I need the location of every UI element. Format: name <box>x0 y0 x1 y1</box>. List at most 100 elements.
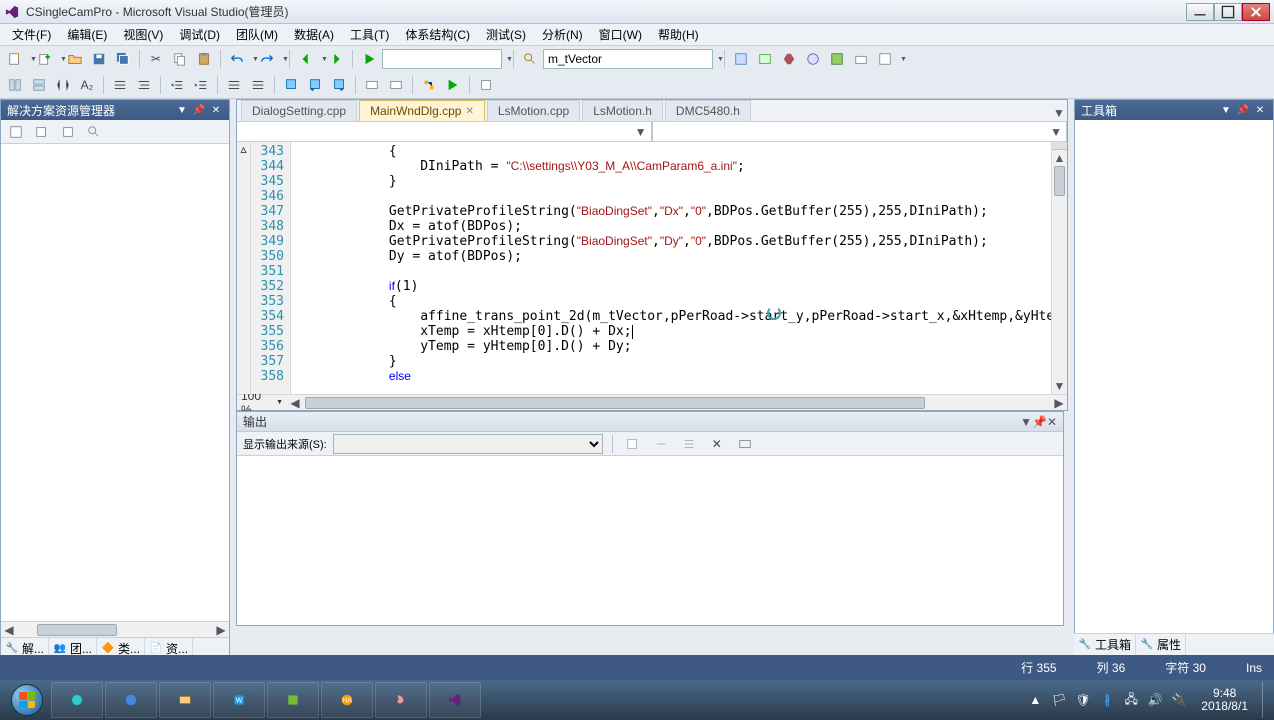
vscroll-down-icon[interactable]: ▼ <box>1052 378 1067 394</box>
solution-tool-4[interactable] <box>83 121 105 143</box>
indent-decrease-button[interactable] <box>166 74 188 96</box>
menu-view[interactable]: 视图(V) <box>115 24 171 45</box>
tray-network-icon[interactable]: 🖧 <box>1123 692 1139 708</box>
hscroll-right-icon[interactable]: ▶ <box>1051 396 1067 410</box>
tab-dmc5480[interactable]: DMC5480.h <box>665 100 751 121</box>
solution-tree[interactable]: ◀ ▶ <box>1 144 229 637</box>
tray-up-icon[interactable]: ▲ <box>1027 692 1043 708</box>
task-app1[interactable] <box>105 682 157 718</box>
panel-dropdown-icon[interactable]: ▼ <box>175 103 189 117</box>
minimize-button[interactable] <box>1186 3 1214 21</box>
start-debug-button[interactable] <box>358 48 380 70</box>
toolbtn-1[interactable] <box>730 48 752 70</box>
save-all-button[interactable] <box>112 48 134 70</box>
panel-close-icon[interactable]: ✕ <box>1047 415 1057 429</box>
new-project-button[interactable] <box>4 48 26 70</box>
solution-tool-2[interactable] <box>31 121 53 143</box>
tray-shield-icon[interactable]: 🛡 <box>1075 692 1091 708</box>
maximize-button[interactable] <box>1214 3 1242 21</box>
member-combo[interactable]: ▼ <box>652 122 1068 141</box>
t2-btn-run[interactable] <box>442 74 464 96</box>
bookmark-toggle-button[interactable] <box>280 74 302 96</box>
toolbtn7-dropdown[interactable]: ▼ <box>898 56 902 63</box>
vscroll-thumb[interactable] <box>1054 166 1065 196</box>
t2-btn-nav1[interactable] <box>361 74 383 96</box>
output-tool-3[interactable] <box>678 433 700 455</box>
toolbtn-3[interactable] <box>778 48 800 70</box>
cut-button[interactable]: ✂ <box>145 48 167 70</box>
add-dropdown[interactable]: ▼ <box>58 56 62 63</box>
redo-dropdown[interactable]: ▼ <box>280 56 284 63</box>
task-paint[interactable] <box>375 682 427 718</box>
menu-help[interactable]: 帮助(H) <box>650 24 707 45</box>
task-app2[interactable] <box>267 682 319 718</box>
tray-battery-icon[interactable]: 🔌 <box>1171 692 1187 708</box>
margin-splitter[interactable]: ▵ <box>237 142 251 394</box>
uncomment-button[interactable] <box>247 74 269 96</box>
toolbox-body[interactable] <box>1075 120 1273 659</box>
copy-button[interactable] <box>169 48 191 70</box>
tray-clock[interactable]: 9:48 2018/8/1 <box>1195 687 1254 713</box>
panel-close-icon[interactable]: ✕ <box>209 103 223 117</box>
close-button[interactable] <box>1242 3 1270 21</box>
comment-button[interactable] <box>223 74 245 96</box>
t2-btn3[interactable] <box>52 74 74 96</box>
undo-dropdown[interactable]: ▼ <box>250 56 254 63</box>
output-tool-clear[interactable]: ✕ <box>706 433 728 455</box>
toolbtn-7[interactable] <box>874 48 896 70</box>
t2-btn-step[interactable] <box>418 74 440 96</box>
t2-btn-nav2[interactable] <box>385 74 407 96</box>
solution-tool-1[interactable] <box>5 121 27 143</box>
panel-pin-icon[interactable]: 📌 <box>1032 415 1047 429</box>
hscroll-right-icon[interactable]: ▶ <box>213 622 229 637</box>
output-tool-wrap[interactable] <box>734 433 756 455</box>
find-combo[interactable] <box>543 49 713 69</box>
t2-btn1[interactable] <box>4 74 26 96</box>
bookmark-next-button[interactable] <box>328 74 350 96</box>
toolbtn-4[interactable] <box>802 48 824 70</box>
nav-back-button[interactable] <box>295 48 317 70</box>
menu-analyze[interactable]: 分析(N) <box>534 24 591 45</box>
output-tool-1[interactable] <box>622 433 644 455</box>
panel-dropdown-icon[interactable]: ▼ <box>1020 415 1032 429</box>
toolbtn-2[interactable] <box>754 48 776 70</box>
panel-pin-icon[interactable]: 📌 <box>1236 103 1250 117</box>
code-editor[interactable]: { DIniPath = "C:\\settings\\Y03_M_A\\Cam… <box>291 142 1051 394</box>
task-wps[interactable]: W <box>213 682 265 718</box>
task-ie[interactable] <box>51 682 103 718</box>
menu-debug[interactable]: 调试(D) <box>171 24 228 45</box>
toolbox-header[interactable]: 工具箱 ▼ 📌 ✕ <box>1075 100 1273 120</box>
task-ha[interactable]: HA <box>321 682 373 718</box>
menu-tools[interactable]: 工具(T) <box>342 24 397 45</box>
vscroll-up-icon[interactable]: ▲ <box>1052 150 1067 166</box>
output-body[interactable] <box>237 456 1063 625</box>
bookmark-prev-button[interactable] <box>304 74 326 96</box>
menu-data[interactable]: 数据(A) <box>286 24 342 45</box>
tab-close-icon[interactable]: ✕ <box>465 106 473 117</box>
toolbtn-6[interactable] <box>850 48 872 70</box>
tabs-overflow-icon[interactable]: ▼ <box>1051 105 1067 121</box>
menu-test[interactable]: 测试(S) <box>478 24 534 45</box>
solution-tool-3[interactable] <box>57 121 79 143</box>
t2-btn-last[interactable] <box>475 74 497 96</box>
new-dropdown[interactable]: ▼ <box>28 56 32 63</box>
save-button[interactable] <box>88 48 110 70</box>
output-header[interactable]: 输出 ▼ 📌 ✕ <box>237 412 1063 432</box>
paste-button[interactable] <box>193 48 215 70</box>
editor-hscrollbar[interactable]: ◀ ▶ <box>287 396 1067 410</box>
panel-dropdown-icon[interactable]: ▼ <box>1219 103 1233 117</box>
tab-mainwnddlg[interactable]: MainWndDlg.cpp✕ <box>359 100 485 121</box>
output-source-combo[interactable] <box>333 434 603 454</box>
panel-close-icon[interactable]: ✕ <box>1253 103 1267 117</box>
show-desktop-button[interactable] <box>1262 682 1270 718</box>
hscroll-left-icon[interactable]: ◀ <box>1 622 17 637</box>
output-tool-2[interactable] <box>650 433 672 455</box>
right-tab-toolbox[interactable]: 🔧工具箱 <box>1074 634 1136 655</box>
tray-volume-icon[interactable]: 🔊 <box>1147 692 1163 708</box>
tab-dialogsetting[interactable]: DialogSetting.cpp <box>241 100 357 121</box>
undo-button[interactable] <box>226 48 248 70</box>
menu-file[interactable]: 文件(F) <box>4 24 59 45</box>
t2-btn5[interactable] <box>109 74 131 96</box>
find-in-files-button[interactable] <box>519 48 541 70</box>
find-dropdown[interactable]: ▼ <box>715 56 719 63</box>
